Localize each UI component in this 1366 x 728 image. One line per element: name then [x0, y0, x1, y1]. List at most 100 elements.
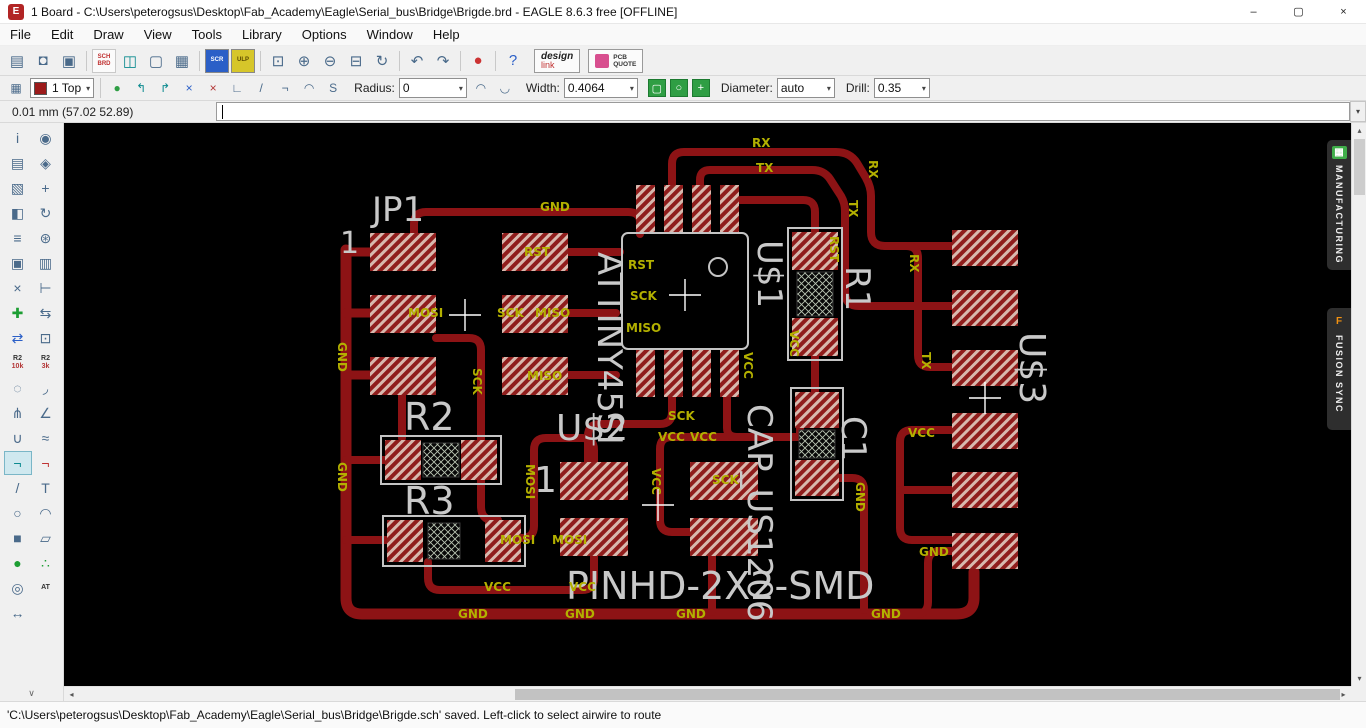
signal-label[interactable]: RST	[524, 245, 551, 259]
scroll-left-icon[interactable]: ◂	[64, 687, 79, 702]
maximize-button[interactable]: ▢	[1276, 0, 1321, 24]
info-tool[interactable]: i	[4, 126, 32, 150]
bend-90-icon[interactable]: ∟	[226, 78, 248, 98]
miter-round-icon[interactable]: ×	[202, 78, 224, 98]
menu-tools[interactable]: Tools	[182, 25, 232, 44]
curve-cw-icon[interactable]: ◡	[494, 78, 516, 98]
width-select[interactable]: 0.4064 ▾	[563, 78, 638, 98]
signal-label[interactable]: GND	[540, 200, 570, 214]
signal-label[interactable]: VCC	[741, 352, 755, 379]
rotate-tool[interactable]: ↻	[32, 201, 60, 225]
palette-collapse-icon[interactable]: ∨	[0, 688, 63, 699]
miter-straight-icon[interactable]: ×	[178, 78, 200, 98]
signal-label[interactable]: MISO	[535, 306, 570, 320]
menu-options[interactable]: Options	[292, 25, 357, 44]
fusion-sync-tab[interactable]: F FUSION SYNC	[1327, 308, 1351, 430]
signal-label[interactable]: RST	[628, 258, 655, 272]
bend-s-icon[interactable]: S	[322, 78, 344, 98]
curve-ccw-icon[interactable]: ◠	[470, 78, 492, 98]
signal-label[interactable]: VCC	[690, 430, 717, 444]
silkscreen-label[interactable]: C1	[833, 416, 873, 461]
signal-label[interactable]: RST	[827, 236, 841, 263]
mirror-tool[interactable]: ◧	[4, 201, 32, 225]
grid-icon[interactable]: ▦	[5, 78, 27, 98]
circle-tool[interactable]: ○	[4, 501, 32, 525]
silkscreen-label[interactable]: R2	[404, 395, 455, 439]
bend-style-up-icon[interactable]: ↰	[130, 78, 152, 98]
group-tool[interactable]: ▧	[4, 176, 32, 200]
mark-tool[interactable]: ◈	[32, 151, 60, 175]
vertical-scrollbar[interactable]: ▴ ▾	[1351, 123, 1366, 686]
scroll-right-icon[interactable]: ▸	[1336, 687, 1351, 702]
print-icon[interactable]: ▣	[57, 49, 81, 73]
silkscreen-label[interactable]: U$1	[749, 240, 789, 308]
silkscreen-label[interactable]: U$2	[556, 408, 628, 449]
signal-label[interactable]: GND	[676, 607, 706, 621]
signal-label[interactable]: GND	[565, 607, 595, 621]
signal-label[interactable]: GND	[335, 462, 349, 492]
via-shape-annular-icon[interactable]: +	[691, 79, 710, 97]
signal-label[interactable]: GND	[871, 607, 901, 621]
zoom-fit-icon[interactable]: ⊡	[266, 49, 290, 73]
close-button[interactable]: ×	[1321, 0, 1366, 24]
sheet-icon[interactable]: ▢	[144, 49, 168, 73]
airwire-hide-tool[interactable]: ≈	[32, 426, 60, 450]
vertical-scroll-thumb[interactable]	[1354, 139, 1365, 195]
signal-label[interactable]: SCK	[668, 409, 695, 423]
move-tool[interactable]: +	[32, 176, 60, 200]
menu-help[interactable]: Help	[423, 25, 470, 44]
zoom-select-icon[interactable]: ⊟	[344, 49, 368, 73]
menu-library[interactable]: Library	[232, 25, 292, 44]
change-tool[interactable]: ⊛	[32, 226, 60, 250]
polygon-tool[interactable]: ▱	[32, 526, 60, 550]
silkscreen-label[interactable]: JP1	[370, 190, 424, 230]
redo-icon[interactable]: ↷	[431, 49, 455, 73]
drill-select[interactable]: 0.35 ▾	[873, 78, 930, 98]
layer-select[interactable]: 1 Top ▾	[30, 78, 95, 98]
minimize-button[interactable]: –	[1231, 0, 1276, 24]
signal-label[interactable]: VCC	[908, 426, 935, 440]
bend-free-icon[interactable]: ¬	[274, 78, 296, 98]
menu-view[interactable]: View	[134, 25, 182, 44]
signal-tool[interactable]: ∴	[32, 551, 60, 575]
signal-label[interactable]: MOSI	[500, 533, 535, 547]
zoom-in-icon[interactable]: ⊕	[292, 49, 316, 73]
signal-label[interactable]: GND	[919, 545, 949, 559]
smash-tool[interactable]: ◌	[4, 376, 32, 400]
copy-tool[interactable]: ▣	[4, 251, 32, 275]
signal-label[interactable]: VCC	[649, 468, 663, 495]
board-canvas[interactable]: JP11ATTINY45SI U$1U$21R1C1R2R3 CAP_US1206P…	[64, 123, 1351, 686]
signal-label[interactable]: SCK	[630, 289, 657, 303]
bend-45-icon[interactable]: /	[250, 78, 272, 98]
menu-draw[interactable]: Draw	[83, 25, 133, 44]
horizontal-scrollbar[interactable]: ◂ ▸	[64, 686, 1351, 701]
signal-label[interactable]: MISO	[527, 369, 562, 383]
arc-tool[interactable]: ◠	[32, 501, 60, 525]
ratsnest-tool[interactable]: ∪	[4, 426, 32, 450]
menu-edit[interactable]: Edit	[41, 25, 83, 44]
lock-tool[interactable]: ⊡	[32, 326, 60, 350]
via-shape-round-icon[interactable]: ○	[669, 79, 688, 97]
hole-tool[interactable]: ◎	[4, 576, 32, 600]
signal-label[interactable]: GND	[853, 482, 867, 512]
optimize-tool[interactable]: ∠	[32, 401, 60, 425]
scr-icon[interactable]: SCR	[205, 48, 229, 73]
scroll-up-icon[interactable]: ▴	[1352, 123, 1366, 138]
horizontal-scroll-thumb[interactable]	[515, 689, 1340, 700]
design-link-button[interactable]: design link	[534, 48, 581, 73]
schbrd-toggle-icon[interactable]: SCH BRD	[92, 48, 116, 73]
stop-icon[interactable]: ●	[466, 49, 490, 73]
signal-label[interactable]: SCK	[470, 368, 484, 395]
bend-style-down-icon[interactable]: ↱	[154, 78, 176, 98]
manufacturing-tab[interactable]: ▦ MANUFACTURING	[1327, 140, 1351, 270]
menu-window[interactable]: Window	[357, 25, 423, 44]
command-history-dropdown[interactable]: ▾	[1350, 101, 1366, 122]
menu-file[interactable]: File	[0, 25, 41, 44]
bend-arc-icon[interactable]: ◠	[298, 78, 320, 98]
silkscreen-label[interactable]: 1	[340, 226, 359, 261]
value-tool[interactable]: R2 3k	[32, 351, 60, 375]
signal-label[interactable]: SCK	[497, 306, 524, 320]
undo-icon[interactable]: ↶	[405, 49, 429, 73]
silkscreen-label[interactable]: U$3	[1011, 332, 1052, 404]
attribute-tool[interactable]: AT	[32, 576, 60, 600]
